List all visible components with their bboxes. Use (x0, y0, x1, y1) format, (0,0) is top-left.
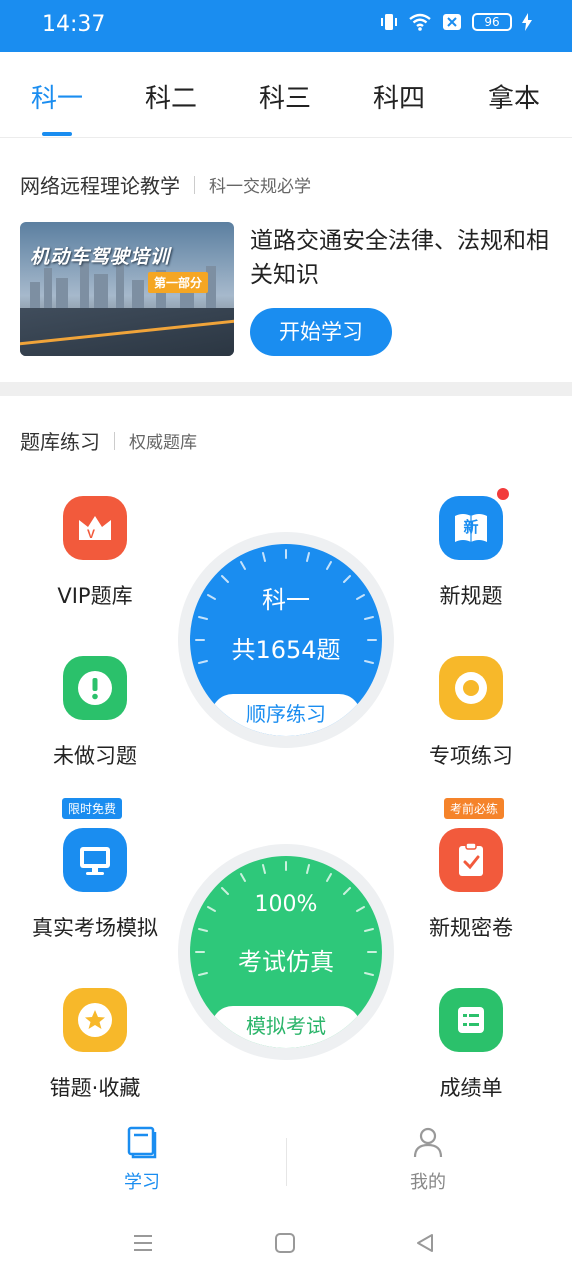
target-icon (439, 656, 503, 720)
section-gap (0, 382, 572, 396)
wifi-icon (408, 12, 432, 32)
limited-free-tag: 限时免费 (62, 798, 123, 819)
notification-dot (497, 488, 509, 500)
feature-label: 错题·收藏 (49, 1076, 141, 1100)
mock-exam-label: 模拟考试 (211, 1006, 361, 1048)
crown-icon: V (63, 496, 127, 560)
feature-label: VIP题库 (57, 584, 133, 608)
tab-subject-4[interactable]: 科四 (359, 78, 439, 115)
home-icon[interactable] (274, 1232, 296, 1258)
dial-exam-title: 考试仿真 (238, 948, 334, 976)
theory-course-section: 网络远程理论教学 科一交规必学 机动车驾驶培训 第一部分 道路交通安全法律、法规… (0, 140, 572, 382)
new-rules-paper-button[interactable]: 考前必练 新规密卷 (396, 798, 546, 942)
battery-indicator: 96 (472, 13, 512, 31)
special-practice-button[interactable]: 专项练习 (396, 656, 546, 770)
feature-label: 成绩单 (439, 1076, 503, 1100)
must-practice-tag: 考前必练 (444, 798, 505, 819)
skyline (116, 264, 124, 308)
menu-icon[interactable] (132, 1232, 154, 1258)
skyline (30, 282, 40, 308)
practice-section-title: 题库练习 (20, 430, 100, 454)
status-bar: 14:37 96 (0, 0, 572, 52)
undone-questions-button[interactable]: 未做习题 (20, 656, 170, 770)
banner-badge: 第一部分 (148, 272, 209, 293)
tab-subject-2[interactable]: 科二 (131, 78, 211, 115)
monitor-icon (63, 828, 127, 892)
status-time: 14:37 (42, 12, 106, 37)
practice-section-header: 题库练习 权威题库 (20, 426, 197, 455)
new-rules-questions-button[interactable]: 新 新规题 (396, 488, 546, 610)
vip-question-bank-button[interactable]: V VIP题库 (20, 496, 170, 610)
dial-face: 科一 共1654题 顺序练习 (190, 544, 382, 736)
tab-subject-3[interactable]: 科三 (245, 78, 325, 115)
dial-face: 100% 考试仿真 模拟考试 (190, 856, 382, 1048)
book-icon (82, 1124, 202, 1164)
course-section-title: 网络远程理论教学 (20, 174, 180, 198)
subject-tabs: 科一 科二 科三 科四 拿本 (0, 52, 572, 138)
header-divider (114, 431, 115, 450)
active-tab-indicator (42, 132, 72, 136)
course-section-header: 网络远程理论教学 科一交规必学 (20, 170, 311, 199)
feature-label: 新规题 (439, 584, 503, 608)
tab-subject-1[interactable]: 科一 (17, 78, 97, 115)
nav-study[interactable]: 学习 (82, 1124, 202, 1194)
clipboard-check-icon (439, 828, 503, 892)
status-icons: 96 (380, 12, 532, 32)
skyline (44, 268, 52, 308)
mock-exam-dial[interactable]: 100% 考试仿真 模拟考试 (178, 844, 394, 1060)
practice-section: 题库练习 权威题库 V VIP题库 新 新规题 未做习题 专项练习 限时免费 真… (0, 396, 572, 1116)
practice-section-subtitle: 权威题库 (129, 433, 197, 453)
feature-label: 未做习题 (53, 744, 137, 768)
skyline (94, 274, 108, 308)
dial-question-count: 共1654题 (231, 636, 341, 664)
list-icon (439, 988, 503, 1052)
back-icon[interactable] (414, 1232, 436, 1258)
nav-separator (286, 1138, 287, 1186)
wrong-and-favorites-button[interactable]: 错题·收藏 (20, 988, 170, 1102)
dial-subject: 科一 (262, 586, 310, 614)
skyline (56, 278, 68, 308)
system-navigation-bar (0, 1208, 572, 1280)
vibrate-icon (380, 12, 398, 32)
bottom-navigation: 学习 我的 (0, 1116, 572, 1208)
sequential-practice-dial[interactable]: 科一 共1654题 顺序练习 (178, 532, 394, 748)
feature-label: 专项练习 (429, 744, 513, 768)
header-divider (194, 175, 195, 194)
course-banner-image[interactable]: 机动车驾驶培训 第一部分 (20, 222, 234, 356)
course-section-subtitle: 科一交规必学 (209, 177, 311, 197)
feature-label: 真实考场模拟 (32, 916, 158, 940)
course-title[interactable]: 道路交通安全法律、法规和相关知识 (250, 224, 550, 292)
star-icon (63, 988, 127, 1052)
svg-text:V: V (87, 527, 95, 541)
skyline (132, 280, 144, 308)
charging-icon (522, 13, 532, 31)
exclamation-icon (63, 656, 127, 720)
sim-off-icon (442, 13, 462, 31)
nav-me[interactable]: 我的 (368, 1124, 488, 1194)
sequential-practice-label: 顺序练习 (211, 694, 361, 736)
user-icon (368, 1124, 488, 1164)
real-exam-simulation-button[interactable]: 限时免费 真实考场模拟 (20, 798, 170, 942)
banner-title: 机动车驾驶培训 (30, 246, 171, 268)
tab-get-license[interactable]: 拿本 (474, 78, 554, 115)
dial-percentage: 100% (254, 892, 318, 917)
book-new-icon: 新 (439, 488, 509, 560)
new-badge-text: 新 (463, 518, 479, 536)
nav-label: 我的 (410, 1172, 446, 1193)
score-sheet-button[interactable]: 成绩单 (396, 988, 546, 1102)
feature-label: 新规密卷 (429, 916, 513, 940)
nav-label: 学习 (124, 1172, 160, 1193)
start-learning-button[interactable]: 开始学习 (250, 308, 392, 356)
